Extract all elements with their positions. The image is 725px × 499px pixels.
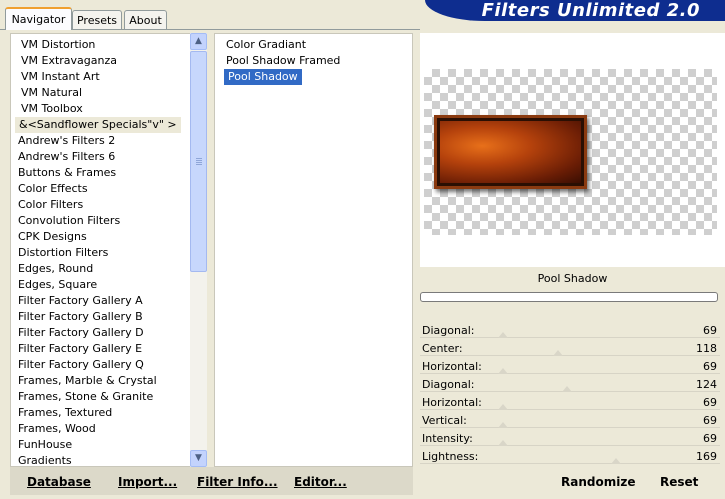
parameter-value: 69 — [703, 360, 717, 373]
slider-thumb[interactable] — [562, 386, 572, 392]
category-item[interactable]: Color Filters — [18, 197, 83, 213]
category-item[interactable]: Frames, Marble & Crystal — [18, 373, 157, 389]
tab-navigator[interactable]: Navigator — [5, 7, 72, 30]
parameter-value: 169 — [696, 450, 717, 463]
parameter-slider[interactable]: Vertical: 69 — [420, 412, 720, 430]
parameter-slider[interactable]: Horizontal: 69 — [420, 394, 720, 412]
parameter-label: Vertical: — [422, 414, 467, 427]
grip-line — [196, 158, 202, 159]
parameter-label: Diagonal: — [422, 324, 475, 337]
parameter-value: 124 — [696, 378, 717, 391]
parameter-slider[interactable]: Diagonal: 69 — [420, 322, 720, 340]
category-item[interactable]: VM Toolbox — [21, 101, 83, 117]
category-item[interactable]: Frames, Wood — [18, 421, 96, 437]
slider-track[interactable] — [420, 445, 720, 446]
parameter-label: Diagonal: — [422, 378, 475, 391]
category-item[interactable]: VM Natural — [21, 85, 82, 101]
filter-item[interactable]: Pool Shadow Framed — [226, 53, 340, 69]
grip-line — [196, 162, 202, 163]
category-scrollbar[interactable]: ▲ ▼ — [190, 33, 207, 467]
category-list[interactable]: VM Distortion VM Extravaganza VM Instant A… — [10, 33, 206, 467]
parameter-slider[interactable]: Center: 118 — [420, 340, 720, 358]
preview-image — [434, 115, 587, 189]
category-item[interactable]: Buttons & Frames — [18, 165, 116, 181]
parameter-label: Horizontal: — [422, 396, 482, 409]
slider-track[interactable] — [420, 355, 720, 356]
category-item[interactable]: Frames, Textured — [18, 405, 112, 421]
brand-banner: Filters Unlimited 2.0 — [425, 0, 725, 21]
tab-presets[interactable]: Presets — [72, 10, 122, 29]
category-item[interactable]: Andrew's Filters 2 — [18, 133, 115, 149]
slider-thumb[interactable] — [553, 350, 563, 356]
parameter-panel: Diagonal: 69 Center: 118 Horizontal: 69 Diagon… — [420, 322, 725, 467]
parameter-slider[interactable]: Diagonal: 124 — [420, 376, 720, 394]
category-item[interactable]: Filter Factory Gallery D — [18, 325, 144, 341]
category-item[interactable]: VM Extravaganza — [21, 53, 117, 69]
filter-item-selected[interactable]: Pool Shadow — [224, 69, 302, 85]
slider-track[interactable] — [420, 373, 720, 374]
category-item[interactable]: Edges, Round — [18, 261, 93, 277]
parameter-slider[interactable]: Horizontal: 69 — [420, 358, 720, 376]
parameter-label: Horizontal: — [422, 360, 482, 373]
grip-line — [196, 160, 202, 161]
import-button[interactable]: Import... — [118, 472, 177, 492]
parameter-slider[interactable]: Intensity: 69 — [420, 430, 720, 448]
category-item[interactable]: Edges, Square — [18, 277, 97, 293]
editor-button[interactable]: Editor... — [294, 472, 347, 492]
parameter-slider[interactable]: Lightness: 169 — [420, 448, 720, 466]
reset-button[interactable]: Reset — [660, 472, 698, 492]
parameter-value: 69 — [703, 324, 717, 337]
parameter-value: 69 — [703, 432, 717, 445]
category-item[interactable]: CPK Designs — [18, 229, 87, 245]
slider-thumb[interactable] — [611, 458, 621, 464]
slider-track[interactable] — [420, 409, 720, 410]
parameter-label: Center: — [422, 342, 463, 355]
parameter-label: Lightness: — [422, 450, 479, 463]
parameter-value: 69 — [703, 396, 717, 409]
category-item-selected[interactable]: &<Sandflower Specials"v" > — [15, 117, 181, 133]
category-item[interactable]: Filter Factory Gallery Q — [18, 357, 144, 373]
slider-thumb[interactable] — [498, 332, 508, 338]
chevron-down-icon: ▼ — [195, 453, 202, 463]
slider-track[interactable] — [420, 427, 720, 428]
chevron-up-icon: ▲ — [195, 36, 202, 46]
preview-panel — [420, 33, 725, 267]
transparency-checkerboard — [424, 69, 717, 235]
category-item[interactable]: Convolution Filters — [18, 213, 120, 229]
parameter-value: 69 — [703, 414, 717, 427]
filter-list[interactable]: Color Gradiant Pool Shadow Framed Pool S… — [214, 33, 413, 467]
scroll-thumb[interactable] — [190, 51, 207, 272]
database-button[interactable]: Database — [27, 472, 91, 492]
slider-thumb[interactable] — [498, 440, 508, 446]
slider-thumb[interactable] — [498, 368, 508, 374]
slider-thumb[interactable] — [498, 404, 508, 410]
category-item[interactable]: Filter Factory Gallery B — [18, 309, 143, 325]
category-item[interactable]: Distortion Filters — [18, 245, 108, 261]
category-item[interactable]: VM Instant Art — [21, 69, 100, 85]
category-item[interactable]: FunHouse — [18, 437, 72, 453]
slider-thumb[interactable] — [498, 422, 508, 428]
filter-info-button[interactable]: Filter Info... — [197, 472, 278, 492]
slider-track[interactable] — [420, 337, 720, 338]
category-item[interactable]: Color Effects — [18, 181, 88, 197]
category-item[interactable]: VM Distortion — [21, 37, 95, 53]
filter-item[interactable]: Color Gradiant — [226, 37, 306, 53]
category-item[interactable]: Gradients — [18, 453, 72, 466]
parameter-value: 118 — [696, 342, 717, 355]
grip-line — [196, 164, 202, 165]
category-item[interactable]: Frames, Stone & Granite — [18, 389, 153, 405]
scroll-up-button[interactable]: ▲ — [190, 33, 207, 50]
category-item[interactable]: Andrew's Filters 6 — [18, 149, 115, 165]
randomize-button[interactable]: Randomize — [561, 472, 635, 492]
preview-image-content — [440, 121, 581, 183]
scroll-down-button[interactable]: ▼ — [190, 450, 207, 467]
preview-filter-name: Pool Shadow — [537, 272, 608, 285]
progress-bar — [420, 292, 718, 302]
parameter-label: Intensity: — [422, 432, 473, 445]
tab-about[interactable]: About — [124, 10, 167, 29]
category-item[interactable]: Filter Factory Gallery A — [18, 293, 143, 309]
slider-track[interactable] — [420, 463, 720, 464]
category-item[interactable]: Filter Factory Gallery E — [18, 341, 142, 357]
